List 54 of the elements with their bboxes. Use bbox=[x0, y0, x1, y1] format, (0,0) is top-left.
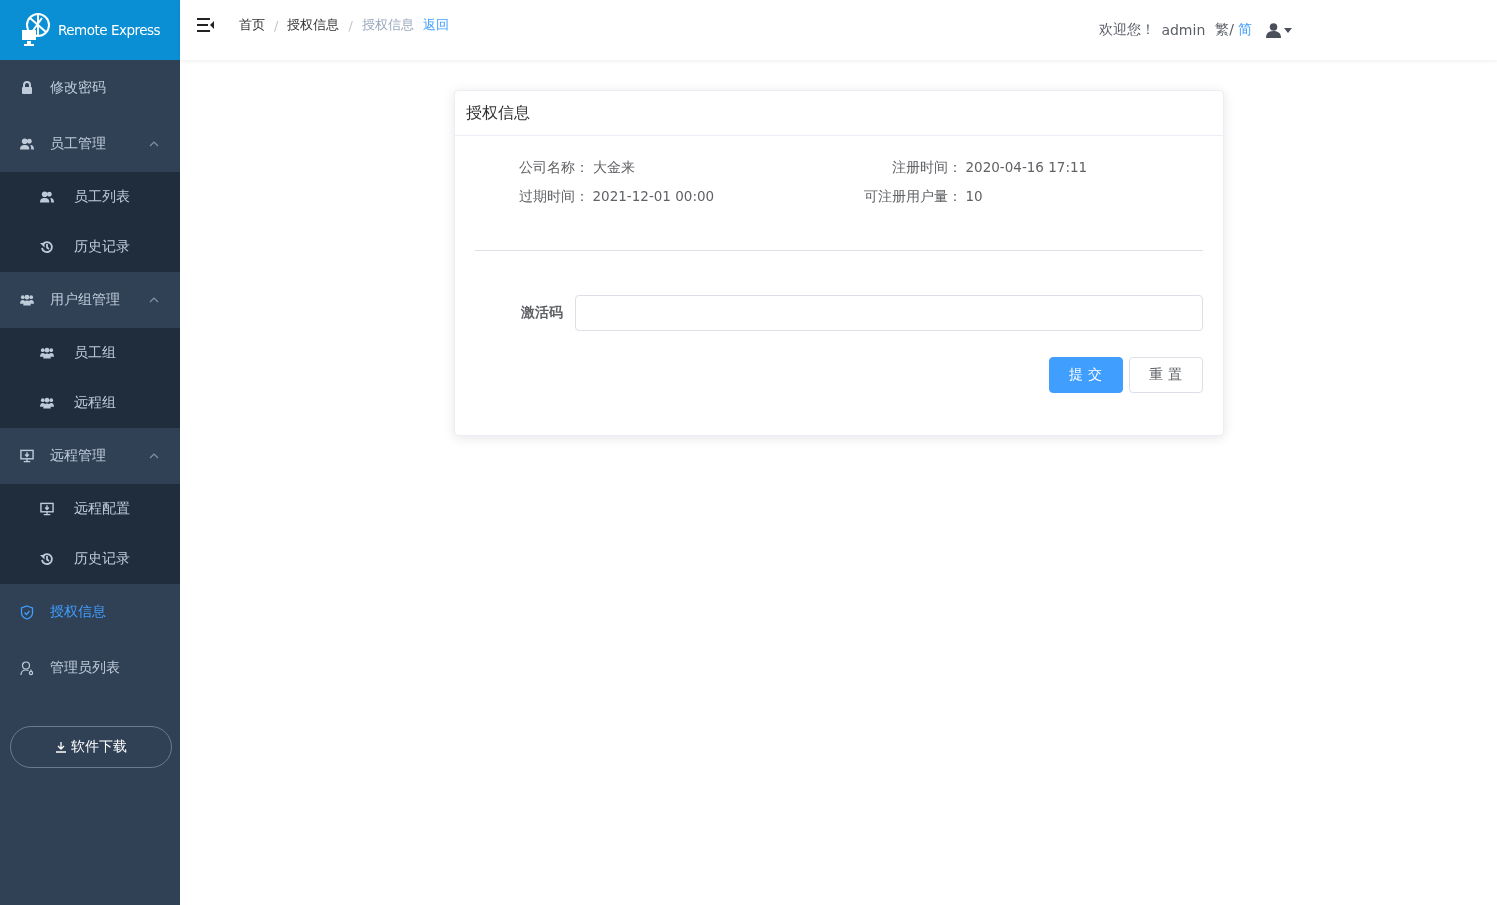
menu-item[interactable]: 员工列表 bbox=[0, 172, 180, 222]
user-icon bbox=[1266, 22, 1281, 38]
history-icon bbox=[40, 552, 54, 566]
menu-group[interactable]: 远程管理 bbox=[0, 428, 180, 484]
menu-group[interactable]: 员工管理 bbox=[0, 116, 180, 172]
field-label: 激活码 bbox=[519, 304, 564, 322]
menu-item[interactable]: 远程组 bbox=[0, 378, 180, 428]
menu-item[interactable]: 员工组 bbox=[0, 328, 180, 378]
info-label: 公司名称： bbox=[517, 158, 589, 177]
chevron-icon bbox=[149, 140, 159, 147]
monitor-icon bbox=[40, 502, 54, 516]
card-title: 授权信息 bbox=[454, 91, 1223, 136]
breadcrumb-separator: / bbox=[274, 17, 279, 33]
group-icon bbox=[20, 294, 34, 306]
group-icon bbox=[40, 397, 54, 409]
language-option[interactable]: 繁/ bbox=[1215, 21, 1234, 37]
user-menu[interactable] bbox=[1266, 22, 1292, 38]
breadcrumb-separator: / bbox=[348, 17, 353, 33]
menu-item[interactable]: 远程配置 bbox=[0, 484, 180, 534]
users-icon bbox=[20, 137, 34, 151]
download-icon bbox=[55, 741, 67, 753]
chevron-icon bbox=[149, 296, 159, 303]
activation-code-field[interactable] bbox=[574, 295, 1203, 331]
breadcrumb-item: 授权信息 bbox=[361, 16, 414, 34]
menu-item[interactable]: 管理员列表 bbox=[0, 640, 180, 696]
username: admin bbox=[1161, 22, 1206, 38]
app-name: Remote Express bbox=[58, 22, 161, 38]
users-icon bbox=[40, 190, 54, 204]
monitor-icon bbox=[20, 449, 34, 463]
info-label: 过期时间： bbox=[517, 187, 589, 206]
caret-icon bbox=[1284, 27, 1292, 33]
menu-item[interactable]: 授权信息 bbox=[0, 584, 180, 640]
info-value: 10 bbox=[964, 187, 984, 206]
menu-group[interactable]: 用户组管理 bbox=[0, 272, 180, 328]
info-label: 注册时间： bbox=[890, 158, 962, 177]
info-label: 可注册用户量： bbox=[862, 187, 962, 206]
breadcrumb-item[interactable]: 首页 bbox=[239, 16, 265, 34]
menu-item[interactable]: 历史记录 bbox=[0, 534, 180, 584]
info-value: 2021-12-01 00:00 bbox=[591, 187, 716, 206]
lock-icon bbox=[20, 81, 34, 95]
chevron-icon bbox=[149, 452, 159, 459]
reset-button[interactable]: 重 置 bbox=[1128, 357, 1203, 393]
welcome-text: 欢迎您！ bbox=[1099, 21, 1156, 39]
info-value: 2020-04-16 17:11 bbox=[964, 158, 1089, 177]
globe-monitor-icon bbox=[20, 12, 52, 48]
menu-item[interactable]: 历史记录 bbox=[0, 222, 180, 272]
group-icon bbox=[40, 347, 54, 359]
info-value: 大金来 bbox=[591, 158, 636, 177]
user-key-icon bbox=[20, 660, 34, 676]
history-icon bbox=[40, 240, 54, 254]
menu-icon[interactable] bbox=[197, 18, 214, 32]
breadcrumb-item[interactable]: 授权信息 bbox=[287, 16, 340, 34]
menu-item[interactable]: 修改密码 bbox=[0, 60, 180, 116]
shield-icon bbox=[20, 604, 34, 620]
